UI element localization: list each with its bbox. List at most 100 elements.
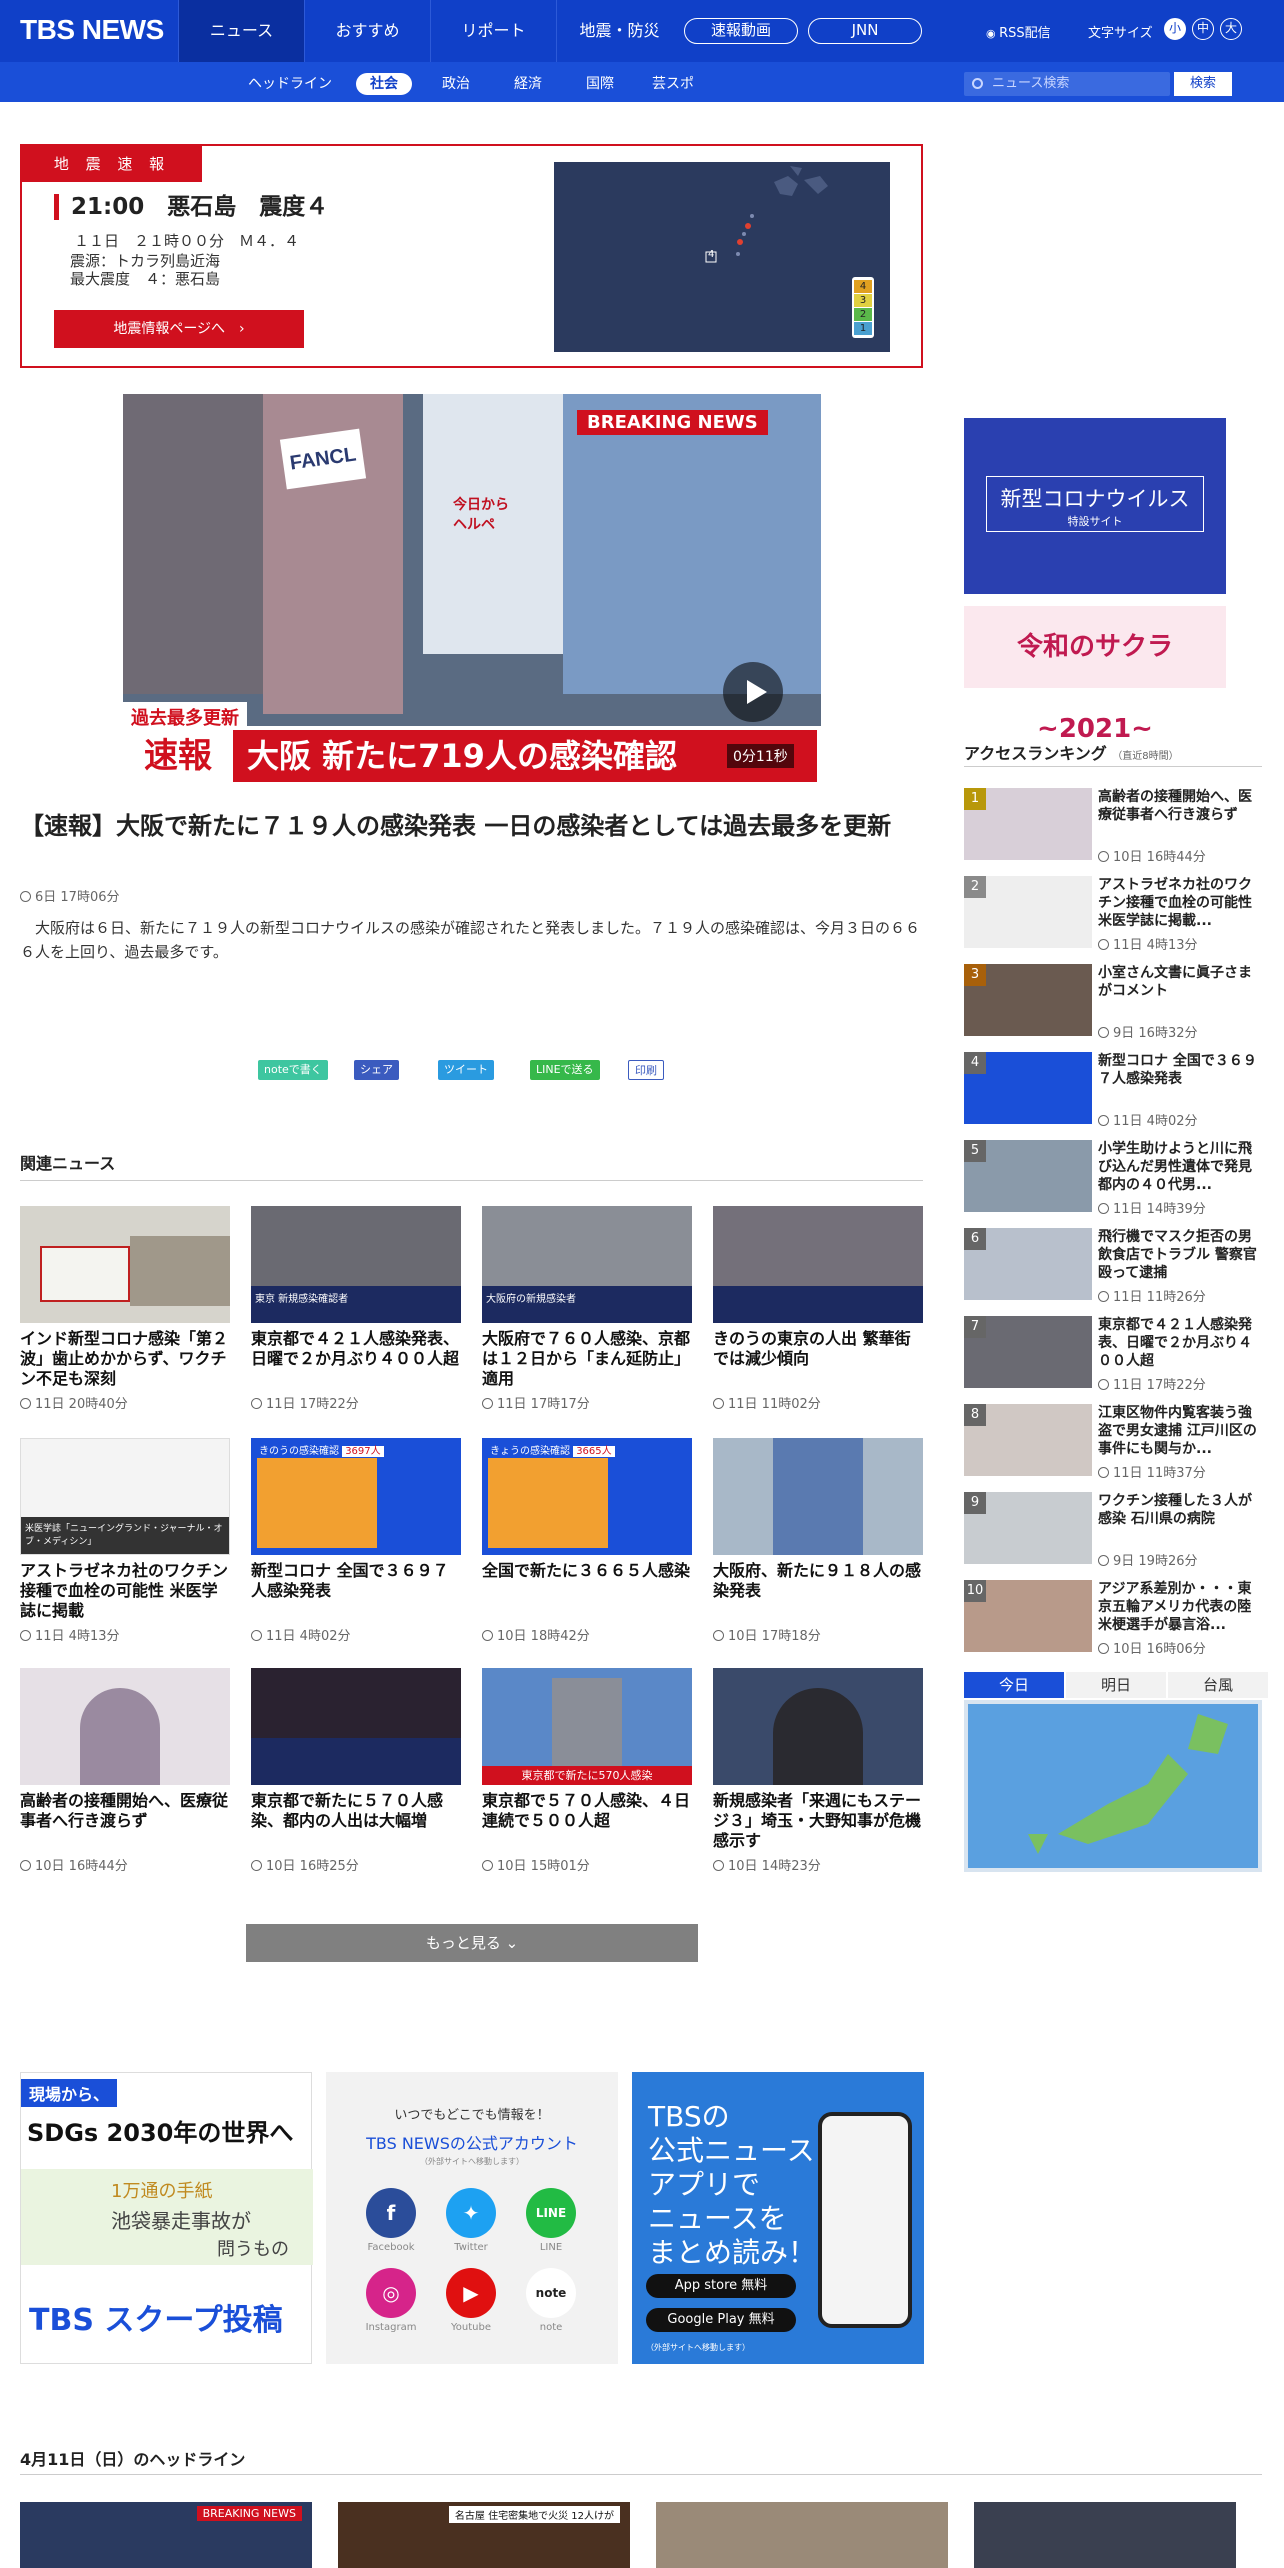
rss-link[interactable]: ◉ RSS配信: [986, 22, 1051, 41]
instagram-label: Instagram: [365, 2322, 417, 2333]
related-card-title: 新規感染者「来週にもステージ３」埼玉・大野知事が危機感示す: [713, 1791, 922, 1850]
subnav-society[interactable]: 社会: [356, 73, 412, 95]
ranking-item[interactable]: 3 小室さん文書に眞子さまがコメント 9日 16時32分: [964, 964, 1262, 1044]
related-card[interactable]: 大阪府、新たに９１８人の感染発表 10日 17時18分: [713, 1438, 923, 1644]
headline-section-title: 4月11日（日）のヘッドライン: [20, 2450, 246, 2469]
facebook-share-button[interactable]: シェア: [354, 1060, 399, 1080]
headline-thumb[interactable]: [656, 2502, 948, 2568]
nav-report[interactable]: リポート: [430, 0, 556, 62]
app-promo[interactable]: TBSの 公式ニュース アプリで ニュースを まとめ読み！ App store …: [632, 2072, 924, 2364]
google-play-button[interactable]: Google Play 無料: [646, 2308, 796, 2332]
line-icon[interactable]: LINE: [526, 2188, 576, 2238]
ranking-item[interactable]: 8 江東区物件内覧客装う強盗で男女逮捕 江戸川区の事件にも関与か... 11日 11…: [964, 1404, 1262, 1484]
search-icon: [972, 78, 983, 89]
date-text: 11日 20時40分: [35, 1397, 128, 1412]
intensity-legend: 4 3 2 1: [852, 277, 874, 338]
subnav-economy[interactable]: 経済: [500, 73, 556, 95]
jnn-pill[interactable]: JNN: [808, 18, 922, 44]
twitter-icon[interactable]: ✦: [446, 2188, 496, 2238]
twitter-share-button[interactable]: ツイート: [438, 1060, 494, 1080]
related-card-date: 10日 15時01分: [482, 1855, 692, 1874]
ranking-item[interactable]: 5 小学生助けようと川に飛び込んだ男性遺体で発見 都内の４０代男... 11日 14…: [964, 1140, 1262, 1220]
rss-icon: ◉: [986, 27, 1000, 40]
weather-tab-tomorrow[interactable]: 明日: [1066, 1672, 1166, 1698]
related-card[interactable]: きょうの感染確認 3665人 全国で新たに３６６５人感染 10日 18時42分: [482, 1438, 692, 1644]
clock-icon: [1098, 1467, 1109, 1478]
tbs-news-logo[interactable]: TBS NEWS: [20, 14, 164, 46]
ranking-date: 10日 16時44分: [1098, 846, 1206, 865]
quake-tag: 地 震 速 報: [22, 146, 202, 182]
related-card[interactable]: きのうの感染確認 3697人 新型コロナ 全国で３６９７人感染発表 11日 4時02…: [251, 1438, 461, 1644]
ranking-subtitle: （直近8時間）: [1112, 751, 1179, 762]
nav-recommended[interactable]: おすすめ: [304, 0, 430, 62]
note-icon[interactable]: note: [526, 2268, 576, 2318]
date-text: 11日 4時02分: [1113, 1114, 1198, 1129]
quake-info-button[interactable]: 地震情報ページへ ›: [54, 310, 304, 348]
letters-banner: 1万通の手紙 池袋暴走事故が 問うもの: [21, 2169, 313, 2265]
ranking-title-link: アストラゼネカ社のワクチン接種で血栓の可能性 米医学誌に掲載...: [1098, 877, 1252, 929]
line-share-button[interactable]: LINEで送る: [530, 1060, 600, 1080]
date-text: 11日 17時22分: [1113, 1378, 1206, 1393]
ranking-item[interactable]: 2 アストラゼネカ社のワクチン接種で血栓の可能性 米医学誌に掲載... 11日 4時…: [964, 876, 1262, 956]
weather-map[interactable]: [964, 1700, 1262, 1872]
related-card[interactable]: 大阪府の新規感染者 大阪府で７６０人感染、京都は１２日から「まん延防止」適用 11日…: [482, 1206, 692, 1412]
facebook-icon[interactable]: f: [366, 2188, 416, 2238]
headline-thumb[interactable]: BREAKING NEWS: [20, 2502, 312, 2568]
ranking-item[interactable]: 7 東京都で４２１人感染発表、日曜で２か月ぶり４００人超 11日 17時22分: [964, 1316, 1262, 1396]
related-card[interactable]: 高齢者の接種開始へ、医療従事者へ行き渡らず 10日 16時44分: [20, 1668, 230, 1874]
app-store-button[interactable]: App store 無料: [646, 2274, 796, 2298]
youtube-icon[interactable]: ▶: [446, 2268, 496, 2318]
nav-news[interactable]: ニュース: [178, 0, 304, 62]
related-card[interactable]: インド新型コロナ感染「第２波」歯止めかからず、ワクチン不足も深刻 11日 20時4…: [20, 1206, 230, 1412]
nav-disaster[interactable]: 地震・防災: [556, 0, 682, 62]
ranking-item[interactable]: 9 ワクチン接種した３人が感染 石川県の病院 9日 19時26分: [964, 1492, 1262, 1572]
print-button[interactable]: 印刷: [628, 1060, 664, 1080]
headline-thumb[interactable]: 名古屋 住宅密集地で火災 12人けが: [338, 2502, 630, 2568]
play-button[interactable]: [723, 662, 783, 722]
breaking-video-pill[interactable]: 速報動画: [684, 18, 798, 44]
note-share-button[interactable]: noteで書く: [258, 1060, 328, 1080]
legend-3: 3: [854, 294, 872, 307]
related-card[interactable]: きのうの東京の人出 繁華街では減少傾向 11日 11時02分: [713, 1206, 923, 1412]
related-card[interactable]: 米医学誌「ニューイングランド・ジャーナル・オブ・メディシン」 アストラゼネカ社のワ…: [20, 1438, 230, 1644]
clock-icon: [1098, 1115, 1109, 1126]
subnav-entertainment-sports[interactable]: 芸スポ: [638, 73, 708, 95]
instagram-icon[interactable]: ◎: [366, 2268, 416, 2318]
related-card[interactable]: 東京 新規感染確認者 東京都で４２１人感染発表、日曜で２か月ぶり４００人超 11日 …: [251, 1206, 461, 1412]
ranking-item[interactable]: 10 アジア系差別か・・・東京五輪アメリカ代表の陸米梗選手が暴言浴... 10日 1…: [964, 1580, 1262, 1660]
quake-map[interactable]: 4 4 3 2 1: [554, 162, 890, 352]
corona-banner[interactable]: 新型コロナウイルス 特設サイト: [964, 418, 1226, 594]
ranking-item[interactable]: 4 新型コロナ 全国で３６９７人感染発表 11日 4時02分: [964, 1052, 1262, 1132]
subnav-international[interactable]: 国際: [572, 73, 628, 95]
related-card-title: 東京都で新たに５７０人感染、都内の人出は大幅増: [251, 1791, 444, 1830]
search-input[interactable]: ニュース検索: [964, 72, 1170, 96]
related-card[interactable]: 東京都で新たに５７０人感染、都内の人出は大幅増 10日 16時25分: [251, 1668, 461, 1874]
weather-tab-typhoon[interactable]: 台風: [1168, 1672, 1268, 1698]
related-thumb: 米医学誌「ニューイングランド・ジャーナル・オブ・メディシン」: [20, 1438, 230, 1555]
headline-thumb[interactable]: [974, 2502, 1236, 2568]
related-card[interactable]: 東京都で新たに570人感染 東京都で５７０人感染、４日連続で５００人超 10日 15…: [482, 1668, 692, 1874]
main-video[interactable]: FANCL 今日から ヘルペ BREAKING NEWS 過去最多更新 速報 大…: [123, 394, 821, 786]
ranking-title-text: アクセスランキング: [964, 744, 1107, 763]
sakura-banner[interactable]: 令和のサクラ~2021~: [964, 606, 1226, 744]
quake-max-intensity: 最大震度 ４：悪石島: [70, 270, 221, 288]
ranking-number: 2: [964, 876, 986, 898]
ranking-title-link: 江東区物件内覧客装う強盗で男女逮捕 江戸川区の事件にも関与か...: [1098, 1405, 1257, 1457]
weather-tab-today[interactable]: 今日: [964, 1672, 1064, 1698]
font-size-large[interactable]: 大: [1220, 18, 1242, 40]
related-card[interactable]: 新規感染者「来週にもステージ３」埼玉・大野知事が危機感示す 10日 14時23分: [713, 1668, 923, 1874]
ranking-rule: [964, 766, 1262, 767]
ranking-item[interactable]: 1 高齢者の接種開始へ、医療従事者へ行き渡らず 10日 16時44分: [964, 788, 1262, 868]
subnav-headline[interactable]: ヘッドライン: [234, 73, 346, 95]
ranking-item[interactable]: 6 飛行機でマスク拒否の男 飲食店でトラブル 警察官殴って逮捕 11日 11時26分: [964, 1228, 1262, 1308]
related-card-title: 大阪府で７６０人感染、京都は１２日から「まん延防止」適用: [482, 1329, 691, 1388]
more-button[interactable]: もっと見る ⌄: [246, 1924, 698, 1962]
date-text: 10日 16時44分: [35, 1859, 128, 1874]
letters-line2: 池袋暴走事故が: [111, 2209, 251, 2233]
sdgs-promo[interactable]: 現場から、 SDGs 2030年の世界へ 1万通の手紙 池袋暴走事故が 問うもの…: [20, 2072, 313, 2364]
related-card-date: 11日 4時02分: [251, 1625, 461, 1644]
search-button[interactable]: 検索: [1174, 72, 1232, 96]
subnav-politics[interactable]: 政治: [428, 73, 484, 95]
font-size-small[interactable]: 小: [1164, 18, 1186, 40]
font-size-medium[interactable]: 中: [1192, 18, 1214, 40]
